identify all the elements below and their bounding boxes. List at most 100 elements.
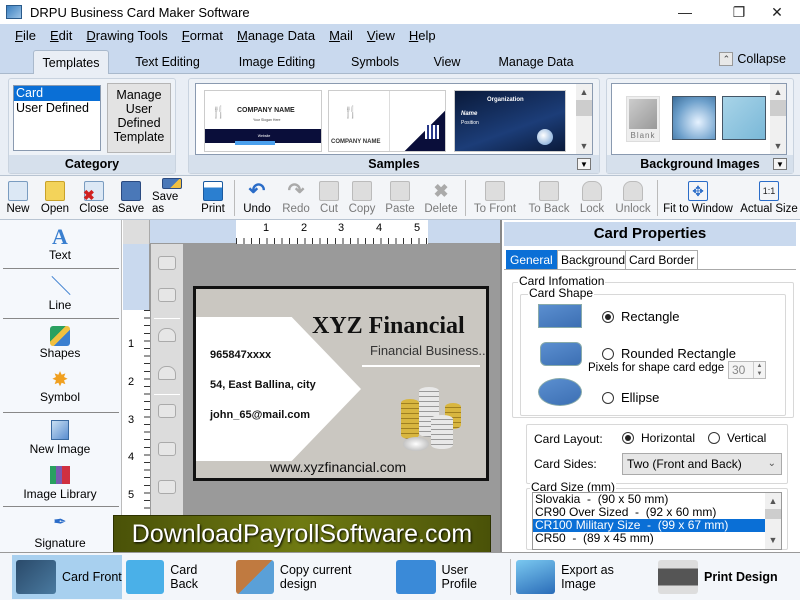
- tab-manage-data[interactable]: Manage Data: [490, 50, 582, 74]
- tab-background[interactable]: Background: [557, 250, 630, 269]
- card-tagline[interactable]: Financial Business..: [370, 343, 486, 358]
- layout-vertical-radio[interactable]: Vertical: [708, 431, 766, 445]
- minimize-button[interactable]: —: [662, 0, 708, 24]
- scroll-up-icon[interactable]: ▲: [576, 84, 592, 100]
- shapes-tool[interactable]: Shapes: [0, 326, 120, 360]
- save-button[interactable]: Save: [116, 178, 146, 218]
- sample-thumb[interactable]: Organization Name Position: [454, 90, 566, 152]
- scroll-up-icon[interactable]: ▲: [765, 493, 781, 509]
- edge-pixels-spinner[interactable]: 30 ▲ ▼: [728, 361, 766, 379]
- image-library-tool[interactable]: Image Library: [0, 466, 120, 501]
- delete-button[interactable]: ✖ Delete: [422, 178, 460, 218]
- unlock-button[interactable]: Unlock: [612, 178, 654, 218]
- copy-current-design-button[interactable]: Copy current design: [236, 555, 386, 599]
- bring-front-icon[interactable]: [158, 256, 176, 270]
- align-icon[interactable]: [158, 442, 176, 456]
- scroll-down-icon[interactable]: ▼: [576, 138, 592, 154]
- scroll-down-icon[interactable]: ▼: [770, 138, 786, 154]
- save-as-button[interactable]: Save as: [152, 178, 192, 218]
- close-doc-button[interactable]: ✖ Close: [78, 178, 110, 218]
- signature-tool[interactable]: ✒ Signature: [0, 514, 120, 550]
- new-image-tool[interactable]: New Image: [0, 420, 120, 456]
- menu-view[interactable]: View: [367, 28, 395, 43]
- paste-button[interactable]: Paste: [382, 178, 418, 218]
- card-email[interactable]: john_65@mail.com: [210, 409, 310, 421]
- card-back-button[interactable]: Card Back: [126, 555, 226, 599]
- shape-rounded-rectangle-radio[interactable]: Rounded Rectangle: [602, 346, 736, 361]
- redo-button[interactable]: ↷ Redo: [280, 178, 312, 218]
- align-icon[interactable]: [158, 404, 176, 418]
- line-tool[interactable]: Line: [0, 275, 120, 312]
- close-button[interactable]: ✕: [754, 0, 800, 24]
- align-icon[interactable]: [158, 480, 176, 494]
- to-back-button[interactable]: To Back: [526, 178, 572, 218]
- background-expand-icon[interactable]: ▼: [773, 158, 787, 170]
- menu-edit[interactable]: Edit: [50, 28, 72, 43]
- category-card-templates[interactable]: Card Templates: [14, 86, 100, 115]
- tab-view[interactable]: View: [425, 50, 469, 74]
- print-design-button[interactable]: Print Design: [658, 555, 788, 599]
- send-back-icon[interactable]: [158, 288, 176, 302]
- tab-templates[interactable]: Templates: [33, 50, 109, 74]
- scroll-up-icon[interactable]: ▲: [770, 84, 786, 100]
- background-thumb[interactable]: [672, 96, 716, 140]
- undo-button[interactable]: ↶ Undo: [240, 178, 274, 218]
- card-front-button[interactable]: Card Front: [12, 555, 122, 599]
- background-thumb-blank[interactable]: Blank: [626, 96, 660, 142]
- category-list[interactable]: Card Templates User Defined: [13, 85, 101, 151]
- unlock-icon[interactable]: [158, 366, 176, 380]
- menu-drawing-tools[interactable]: Drawing Tools: [86, 28, 167, 43]
- menu-format[interactable]: Format: [182, 28, 223, 43]
- menu-help[interactable]: Help: [409, 28, 436, 43]
- lock-button[interactable]: Lock: [576, 178, 608, 218]
- card-sides-select[interactable]: Two (Front and Back) ⌄: [622, 453, 782, 475]
- card-company-name[interactable]: XYZ Financial: [312, 313, 465, 340]
- fit-to-window-button[interactable]: ✥ Fit to Window: [658, 178, 738, 218]
- user-profile-button[interactable]: User Profile: [396, 555, 506, 599]
- symbol-tool[interactable]: ✸ Symbol: [0, 370, 120, 404]
- cut-button[interactable]: Cut: [316, 178, 342, 218]
- samples-expand-icon[interactable]: ▼: [577, 158, 591, 170]
- manage-user-defined-template-button[interactable]: Manage User Defined Template: [107, 83, 171, 153]
- samples-scrollbar[interactable]: ▲ ▼: [576, 84, 592, 154]
- card-phone[interactable]: 965847xxxx: [210, 349, 271, 361]
- open-button[interactable]: Open: [38, 178, 72, 218]
- shape-ellipse-radio[interactable]: Ellipse: [602, 390, 659, 405]
- menu-file[interactable]: File: [15, 28, 36, 43]
- print-button[interactable]: Print: [198, 178, 228, 218]
- menu-manage-data[interactable]: Manage Data: [237, 28, 315, 43]
- to-front-button[interactable]: To Front: [470, 178, 520, 218]
- sample-thumb[interactable]: 🍴 COMPANY NAME Your Slogan Here Website: [204, 90, 322, 152]
- background-thumb[interactable]: [722, 96, 766, 140]
- shape-rectangle-radio[interactable]: Rectangle: [602, 309, 680, 324]
- menu-mail[interactable]: Mail: [329, 28, 353, 43]
- card-size-scrollbar[interactable]: ▲ ▼: [765, 493, 781, 549]
- text-tool[interactable]: A Text: [0, 226, 120, 263]
- scroll-thumb[interactable]: [765, 509, 781, 519]
- actual-size-button[interactable]: 1:1 Actual Size: [740, 178, 798, 218]
- scroll-down-icon[interactable]: ▼: [765, 533, 781, 547]
- card-website[interactable]: www.xyzfinancial.com: [270, 459, 406, 475]
- layout-horizontal-radio[interactable]: Horizontal: [622, 431, 695, 445]
- card-size-option[interactable]: CR50 - (89 x 45 mm): [533, 532, 781, 545]
- tab-general[interactable]: General: [506, 250, 557, 269]
- coins-image[interactable]: [401, 387, 463, 457]
- scroll-thumb[interactable]: [770, 100, 786, 116]
- tab-symbols[interactable]: Symbols: [344, 50, 406, 74]
- card-size-list[interactable]: Slovakia - (90 x 50 mm) CR90 Over Sized …: [532, 492, 782, 550]
- tab-text-editing[interactable]: Text Editing: [125, 50, 210, 74]
- background-scrollbar[interactable]: ▲ ▼: [770, 84, 786, 154]
- sample-thumb[interactable]: 🍴 COMPANY NAME: [328, 90, 446, 152]
- category-user-defined[interactable]: User Defined: [14, 101, 100, 116]
- tab-image-editing[interactable]: Image Editing: [230, 50, 324, 74]
- card-address[interactable]: 54, East Ballina, city: [210, 379, 316, 391]
- tab-card-border[interactable]: Card Border: [625, 250, 699, 269]
- spinner-arrows-icon[interactable]: ▲ ▼: [753, 362, 765, 378]
- new-button[interactable]: New: [4, 178, 32, 218]
- collapse-button[interactable]: ⌃ Collapse: [719, 52, 786, 66]
- copy-button[interactable]: Copy: [346, 178, 378, 218]
- export-as-image-button[interactable]: Export as Image: [516, 555, 650, 599]
- lock-icon[interactable]: [158, 328, 176, 342]
- business-card[interactable]: XYZ Financial Financial Business.. 96584…: [193, 286, 489, 481]
- scroll-thumb[interactable]: [576, 100, 592, 116]
